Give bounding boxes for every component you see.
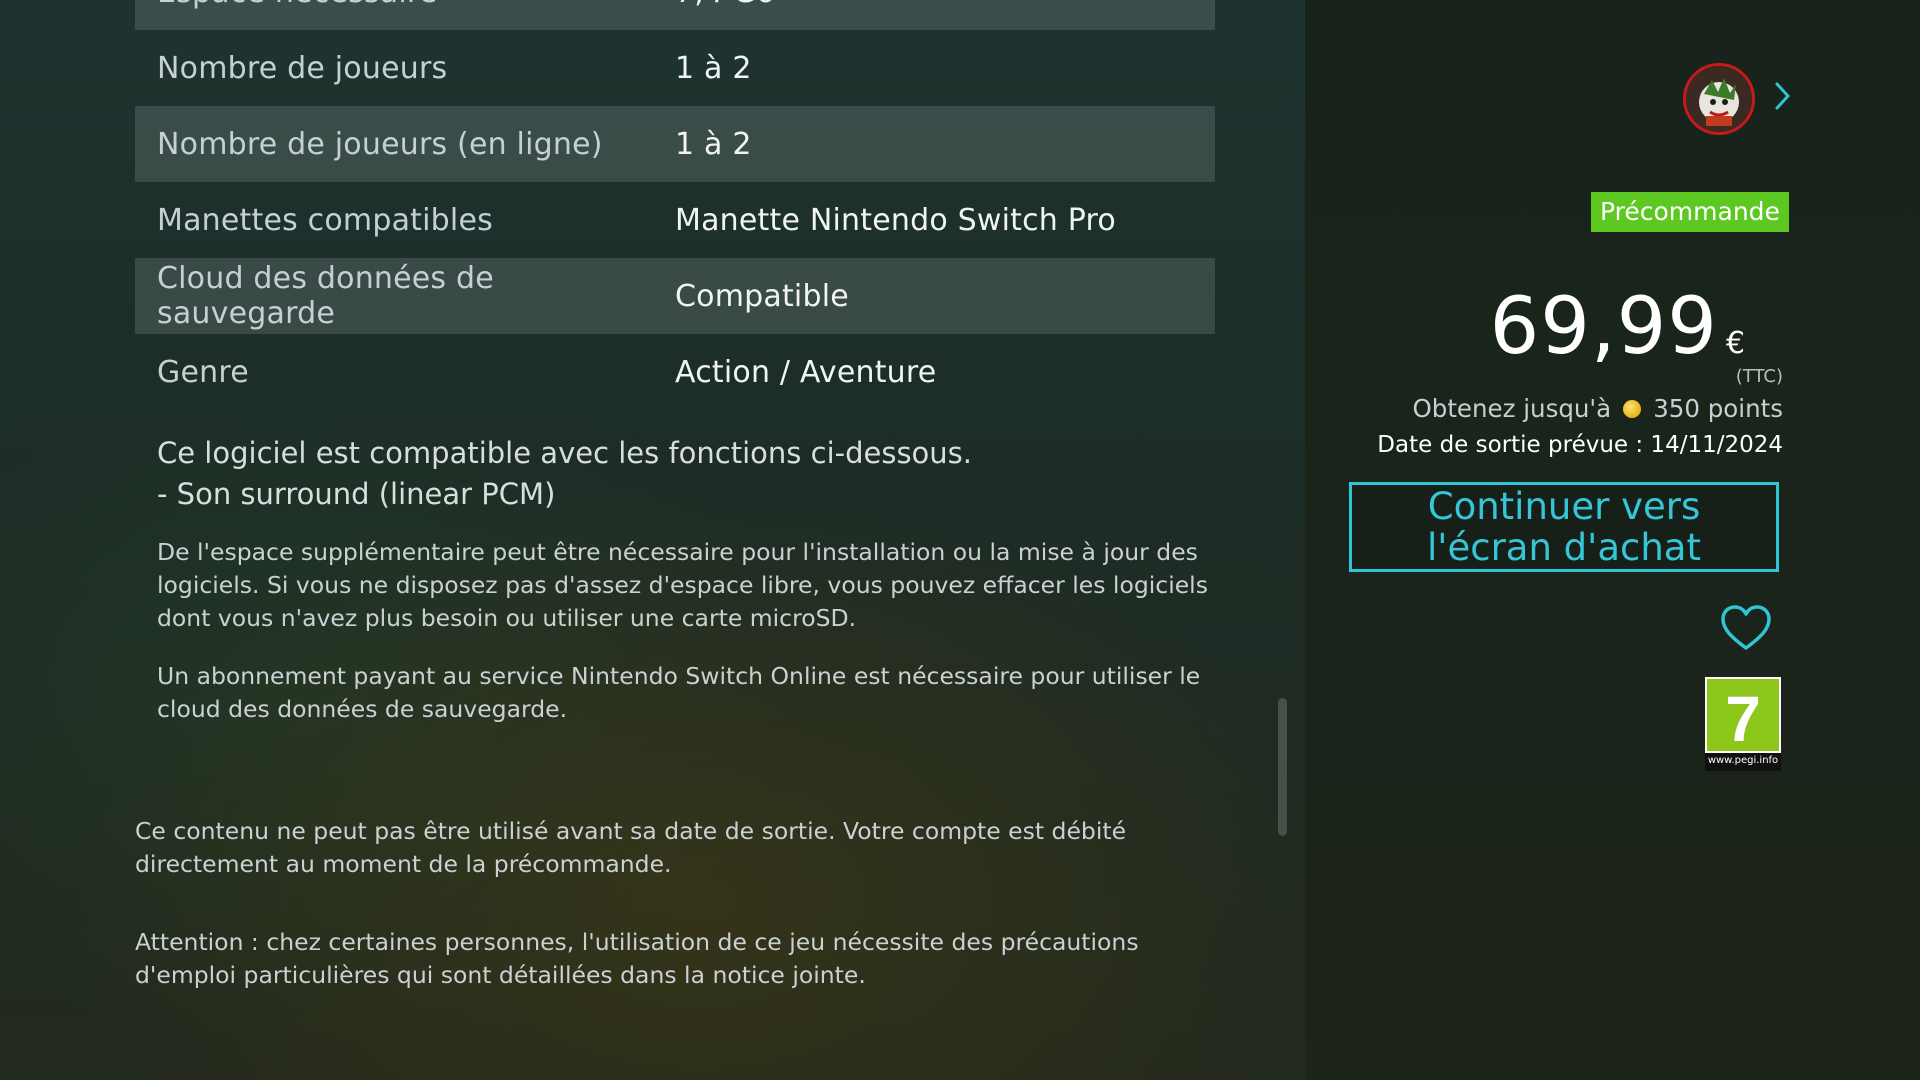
user-avatar-icon[interactable] <box>1683 63 1755 135</box>
points-prefix: Obtenez jusqu'à <box>1412 394 1612 423</box>
spec-value: Action / Aventure <box>675 354 937 390</box>
tax-label: (TTC) <box>1735 366 1783 387</box>
points-line: Obtenez jusqu'à 350 points <box>1412 394 1783 423</box>
spec-value: Manette Nintendo Switch Pro <box>675 202 1116 238</box>
spec-row: Nombre de joueurs 1 à 2 <box>135 30 1215 106</box>
spec-row: Espace nécessaire7,4 Go <box>135 0 1215 30</box>
spec-label: Nombre de joueurs <box>157 50 448 86</box>
spec-label: Genre <box>157 354 249 390</box>
spec-value: 1 à 2 <box>675 50 752 86</box>
preorder-note: Ce contenu ne peut pas être utilisé avan… <box>135 817 1127 878</box>
scrollbar[interactable] <box>1278 698 1287 836</box>
spec-value: 1 à 2 <box>675 126 752 162</box>
spec-label: Nombre de joueurs (en ligne) <box>157 126 603 162</box>
spec-row: Manettes compatibles Manette Nintendo Swi… <box>135 182 1215 258</box>
preorder-badge: Précommande <box>1591 192 1789 232</box>
pegi-age-text: 7 <box>1725 683 1761 755</box>
spec-label: Cloud des données de sauvegarde <box>157 261 494 331</box>
spec-row: Nombre de joueurs (en ligne) 1 à 2 <box>135 106 1215 182</box>
online-subscription-note: Un abonnement payant au service Nintendo… <box>157 662 1201 723</box>
chevron-right-icon[interactable] <box>1766 74 1798 118</box>
spec-value: Compatible <box>675 278 849 314</box>
price: 69,99 € <box>1490 282 1745 372</box>
health-warning-note: Attention : chez certaines personnes, l'… <box>135 928 1139 989</box>
spec-table: Espace nécessaire7,4 GoNombre de joueurs… <box>135 0 1215 410</box>
details-panel: Espace nécessaire7,4 GoNombre de joueurs… <box>0 0 1305 1080</box>
points-value: 350 points <box>1653 394 1783 423</box>
price-value: 69,99 <box>1489 282 1718 372</box>
storage-note: De l'espace supplémentaire peut être néc… <box>157 538 1208 632</box>
spec-value: 7,4 Go <box>675 0 775 10</box>
gold-coin-icon <box>1623 399 1642 418</box>
pegi-site-label: www.pegi.info <box>1707 755 1779 766</box>
compatible-features: Ce logiciel est compatible avec les fonc… <box>157 433 1217 515</box>
features-intro: Ce logiciel est compatible avec les fonc… <box>157 436 973 470</box>
continue-to-purchase-button[interactable]: Continuer vers l'écran d'achat <box>1349 482 1779 572</box>
spec-label: Espace nécessaire <box>135 0 675 10</box>
spec-row: Cloud des données de sauvegarde Compatibl… <box>135 258 1215 334</box>
features-item: - Son surround (linear PCM) <box>157 477 556 511</box>
heart-icon[interactable] <box>1719 603 1773 653</box>
release-date: Date de sortie prévue : 14/11/2024 <box>1377 432 1783 458</box>
price-currency: € <box>1725 326 1745 361</box>
spec-label: Manettes compatibles <box>157 202 493 238</box>
spec-row: Genre Action / Aventure <box>135 334 1215 410</box>
